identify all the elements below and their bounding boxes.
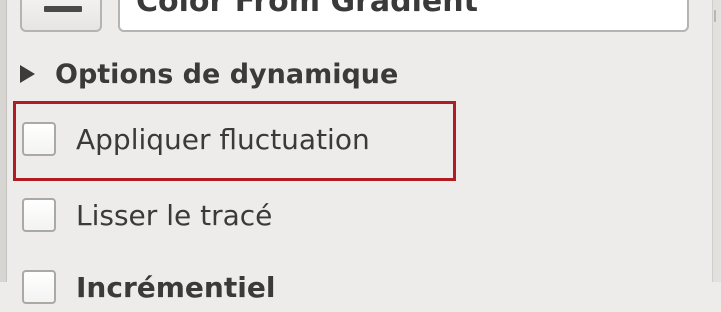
scrollbar[interactable] bbox=[712, 0, 721, 282]
smooth-stroke-label: Lisser le tracé bbox=[76, 198, 273, 232]
panel-left-border bbox=[0, 0, 7, 282]
apply-jitter-checkbox[interactable] bbox=[22, 122, 56, 156]
dynamics-options-label: Options de dynamique bbox=[55, 58, 399, 90]
scrollbar-handle[interactable] bbox=[714, 10, 716, 22]
color-source-value: Color From Gradient bbox=[136, 0, 478, 19]
apply-jitter-label: Appliquer fluctuation bbox=[76, 122, 370, 156]
incremental-option[interactable]: Incrémentiel bbox=[22, 262, 275, 312]
smooth-stroke-option[interactable]: Lisser le tracé bbox=[22, 190, 272, 240]
incremental-checkbox[interactable] bbox=[22, 270, 56, 304]
color-source-combo[interactable]: Color From Gradient bbox=[118, 0, 689, 32]
triangle-right-icon bbox=[20, 65, 35, 83]
apply-jitter-option[interactable]: Appliquer fluctuation bbox=[22, 114, 370, 164]
gradient-button[interactable] bbox=[20, 0, 102, 32]
gradient-icon bbox=[44, 6, 82, 12]
smooth-stroke-checkbox[interactable] bbox=[22, 198, 56, 232]
dynamics-options-expander[interactable]: Options de dynamique bbox=[20, 52, 398, 96]
incremental-label: Incrémentiel bbox=[76, 270, 276, 304]
